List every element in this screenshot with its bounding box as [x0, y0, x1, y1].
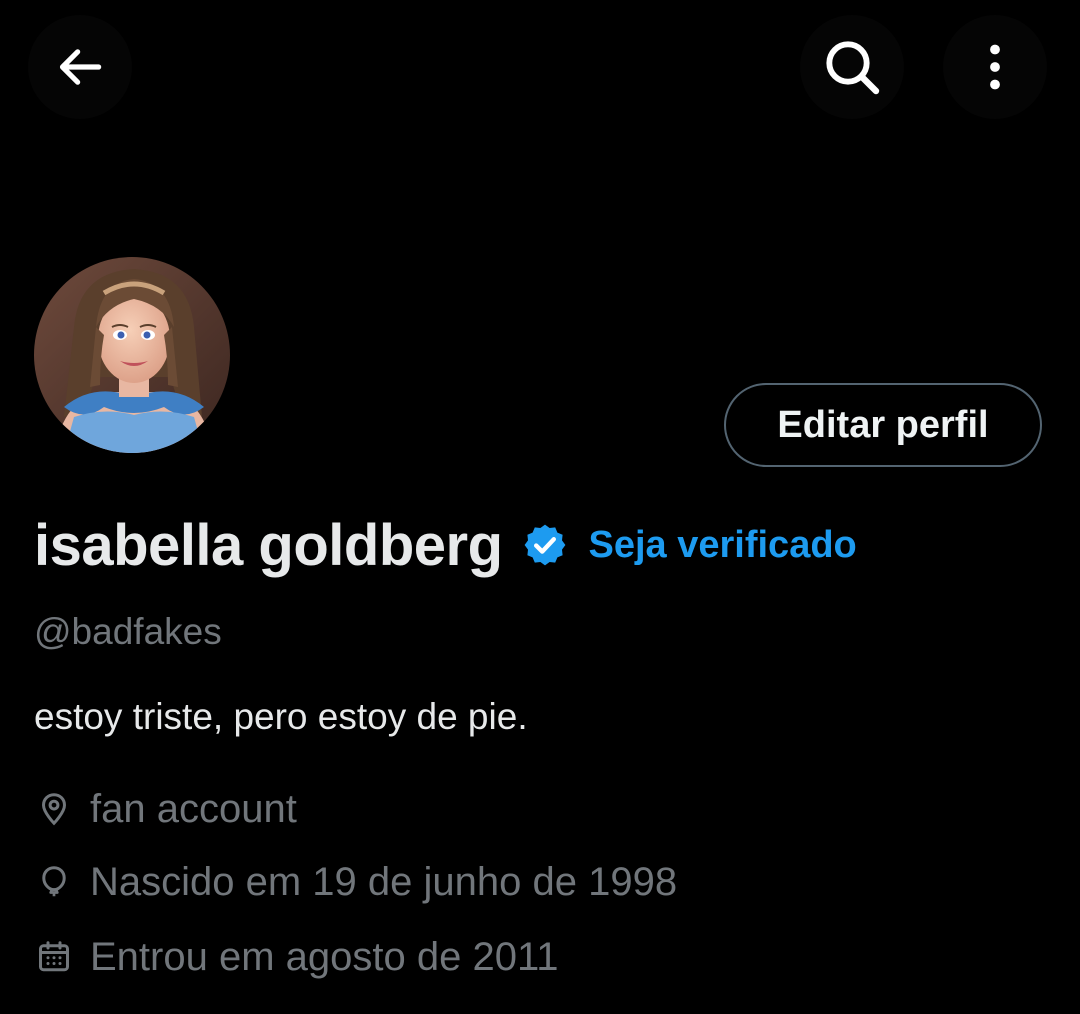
calendar-icon	[34, 937, 74, 977]
arrow-left-icon	[59, 49, 102, 85]
location-pin-icon	[34, 789, 74, 829]
birthdate-text: Nascido em 19 de junho de 1998	[90, 859, 678, 904]
verified-badge-icon[interactable]	[521, 521, 569, 569]
balloon-icon	[34, 862, 74, 902]
edit-profile-button[interactable]: Editar perfil	[724, 383, 1042, 467]
search-icon	[826, 41, 880, 95]
location-text: fan account	[90, 786, 297, 831]
more-vertical-icon	[990, 44, 1000, 90]
birthdate-row: Nascido em 19 de junho de 1998	[34, 857, 677, 907]
joined-row: Entrou em agosto de 2011	[34, 932, 558, 982]
joined-text: Entrou em agosto de 2011	[90, 934, 559, 979]
user-handle: @badfakes	[34, 611, 222, 652]
search-button[interactable]	[800, 15, 904, 119]
name-row: isabella goldberg Seja verificado	[34, 508, 857, 582]
more-options-button[interactable]	[943, 15, 1047, 119]
bio: estoy triste, pero estoy de pie.	[34, 696, 528, 737]
display-name: isabella goldberg	[34, 512, 503, 578]
location-row: fan account	[34, 784, 297, 834]
get-verified-link[interactable]: Seja verificado	[589, 524, 857, 567]
back-button[interactable]	[28, 15, 132, 119]
profile-avatar[interactable]	[34, 257, 230, 453]
